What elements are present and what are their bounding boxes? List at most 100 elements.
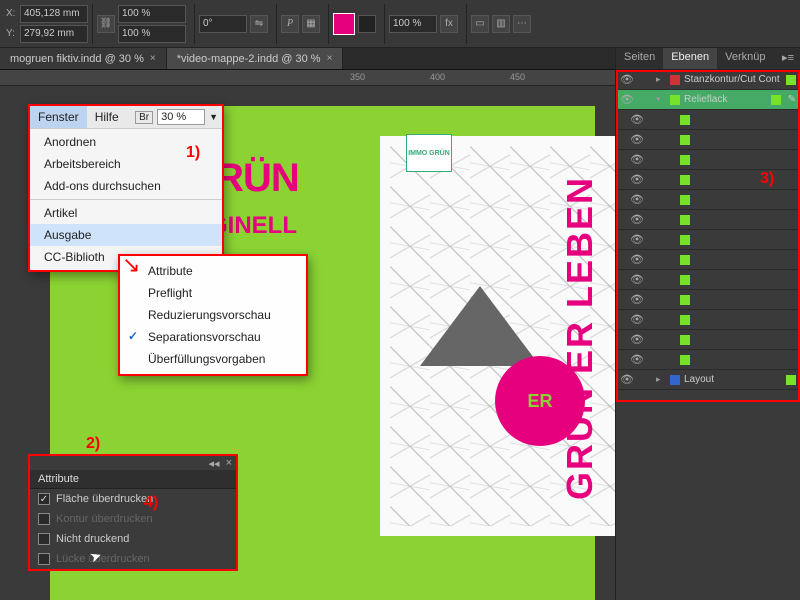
visibility-icon[interactable]: 👁 bbox=[630, 213, 644, 227]
align-icon[interactable]: ▭ bbox=[471, 15, 489, 33]
roof-shape bbox=[420, 286, 540, 366]
menu-item-artikel[interactable]: Artikel bbox=[30, 202, 222, 224]
panel-controls: ◂◂ × bbox=[30, 456, 236, 470]
layer-row[interactable]: 👁 ▾ Relieflack bbox=[616, 90, 800, 110]
visibility-icon[interactable]: 👁 bbox=[620, 373, 634, 387]
control-toolbar: X: Y: ⛓ ⇋ P ▦ fx ▭ ▥ ⋯ bbox=[0, 0, 800, 48]
submenu-separations[interactable]: ✓Separationsvorschau bbox=[120, 326, 306, 348]
layer-row[interactable]: 👁 bbox=[616, 250, 800, 270]
layer-row[interactable]: 👁 bbox=[616, 230, 800, 250]
layer-row[interactable]: 👁 bbox=[616, 290, 800, 310]
visibility-icon[interactable]: 👁 bbox=[630, 193, 644, 207]
visibility-icon[interactable]: 👁 bbox=[630, 293, 644, 307]
layer-row[interactable]: 👁 bbox=[616, 130, 800, 150]
visibility-icon[interactable]: 👁 bbox=[630, 173, 644, 187]
checkbox-icon bbox=[38, 513, 50, 525]
submenu-ueberfuellung[interactable]: Überfüllungsvorgaben bbox=[120, 348, 306, 370]
layer-row[interactable]: 👁▸Stanzkontur/Cut Cont bbox=[616, 70, 800, 90]
layer-row[interactable]: 👁 ▸ Layout bbox=[616, 370, 800, 390]
chevron-down-icon[interactable]: ▼ bbox=[209, 112, 218, 122]
visibility-icon[interactable]: 👁 bbox=[620, 73, 634, 87]
checkbox-icon[interactable]: ✓ bbox=[38, 493, 50, 505]
annotation-1: 1) bbox=[186, 144, 200, 162]
disclosure-icon[interactable]: ▸ bbox=[656, 374, 666, 385]
logo-badge: IMMO GRÜN bbox=[406, 134, 452, 172]
document-tab[interactable]: *video-mappe-2.indd @ 30 %× bbox=[167, 48, 344, 69]
more-icon[interactable]: ⋯ bbox=[513, 15, 531, 33]
visibility-icon[interactable]: 👁 bbox=[630, 353, 644, 367]
stroke-swatch[interactable] bbox=[358, 15, 376, 33]
menu-separator bbox=[30, 199, 222, 200]
attr-row-nichtdruckend[interactable]: Nicht druckend bbox=[30, 529, 236, 549]
ruler-mark: 350 bbox=[350, 72, 365, 82]
submenu-reduzierung[interactable]: Reduzierungsvorschau bbox=[120, 304, 306, 326]
disclosure-icon[interactable]: ▸ bbox=[656, 74, 666, 85]
tab-seiten[interactable]: Seiten bbox=[616, 48, 663, 69]
submenu-attribute[interactable]: Attribute bbox=[120, 260, 306, 282]
panel-tabs: Seiten Ebenen Verknüp ▸≡ bbox=[616, 48, 800, 70]
coord-group: X: Y: bbox=[6, 5, 88, 43]
menubar: Fenster Hilfe Br ▼ bbox=[30, 106, 222, 129]
menu-item-addons[interactable]: Add-ons durchsuchen bbox=[30, 175, 222, 197]
layer-row[interactable]: 👁 bbox=[616, 270, 800, 290]
attr-row-luecke: Lücke überdrucken bbox=[30, 549, 236, 569]
grid-icon[interactable]: ▦ bbox=[302, 15, 320, 33]
close-icon[interactable]: × bbox=[150, 53, 156, 64]
layer-name: Layout bbox=[684, 374, 782, 385]
color-swatch bbox=[680, 155, 690, 165]
attr-row-flaeche[interactable]: ✓Fläche überdrucken bbox=[30, 489, 236, 509]
layer-row[interactable]: 👁 bbox=[616, 190, 800, 210]
fx-icon[interactable]: fx bbox=[440, 15, 458, 33]
distribute-icon[interactable]: ▥ bbox=[492, 15, 510, 33]
visibility-icon[interactable]: 👁 bbox=[630, 253, 644, 267]
submenu-label: Separationsvorschau bbox=[148, 330, 261, 344]
flip-h-icon[interactable]: ⇋ bbox=[250, 15, 268, 33]
panel-menu-icon[interactable]: ▸≡ bbox=[776, 48, 800, 69]
zoom-field[interactable] bbox=[157, 109, 205, 125]
layer-name: Relieflack bbox=[684, 94, 767, 105]
zoom-select[interactable] bbox=[389, 15, 437, 33]
visibility-icon[interactable]: 👁 bbox=[630, 313, 644, 327]
collapse-icon[interactable]: ◂◂ bbox=[209, 457, 220, 470]
color-swatch bbox=[680, 235, 690, 245]
visibility-icon[interactable]: 👁 bbox=[630, 113, 644, 127]
layer-row[interactable]: 👁 bbox=[616, 350, 800, 370]
attribute-panel: ◂◂ × Attribute ✓Fläche überdrucken Kontu… bbox=[28, 454, 238, 571]
checkbox-icon[interactable] bbox=[38, 533, 50, 545]
disclosure-icon[interactable]: ▾ bbox=[656, 94, 666, 105]
layer-row[interactable]: 👁 bbox=[616, 330, 800, 350]
y-input[interactable] bbox=[20, 25, 88, 43]
visibility-icon[interactable]: 👁 bbox=[630, 333, 644, 347]
visibility-icon[interactable]: 👁 bbox=[630, 133, 644, 147]
close-icon[interactable]: × bbox=[226, 457, 232, 469]
link-icon[interactable]: ⛓ bbox=[97, 15, 115, 33]
layer-row[interactable]: 👁 bbox=[616, 110, 800, 130]
scale-y-input[interactable] bbox=[118, 25, 186, 43]
tab-ebenen[interactable]: Ebenen bbox=[663, 48, 717, 69]
layer-row[interactable]: 👁 bbox=[616, 210, 800, 230]
menu-fenster[interactable]: Fenster bbox=[30, 106, 87, 128]
color-swatch bbox=[680, 195, 690, 205]
rotate-input[interactable] bbox=[199, 15, 247, 33]
x-input[interactable] bbox=[20, 5, 88, 23]
layer-row[interactable]: 👁 bbox=[616, 150, 800, 170]
paragraph-icon[interactable]: P bbox=[281, 15, 299, 33]
select-indicator[interactable] bbox=[786, 75, 796, 85]
select-indicator[interactable] bbox=[771, 95, 781, 105]
fill-swatch[interactable] bbox=[333, 13, 355, 35]
scale-x-input[interactable] bbox=[118, 5, 186, 23]
select-indicator[interactable] bbox=[786, 375, 796, 385]
bridge-icon[interactable]: Br bbox=[135, 111, 153, 124]
visibility-icon[interactable]: 👁 bbox=[630, 273, 644, 287]
visibility-icon[interactable]: 👁 bbox=[620, 93, 634, 107]
menu-item-ausgabe[interactable]: Ausgabe bbox=[30, 224, 222, 246]
visibility-icon[interactable]: 👁 bbox=[630, 153, 644, 167]
visibility-icon[interactable]: 👁 bbox=[630, 233, 644, 247]
menu-hilfe[interactable]: Hilfe bbox=[87, 106, 127, 128]
color-swatch bbox=[680, 315, 690, 325]
close-icon[interactable]: × bbox=[327, 53, 333, 64]
tab-verknuepf[interactable]: Verknüp bbox=[717, 48, 773, 69]
submenu-preflight[interactable]: Preflight bbox=[120, 282, 306, 304]
document-tab[interactable]: mogruen fiktiv.indd @ 30 %× bbox=[0, 48, 167, 69]
layer-row[interactable]: 👁 bbox=[616, 310, 800, 330]
